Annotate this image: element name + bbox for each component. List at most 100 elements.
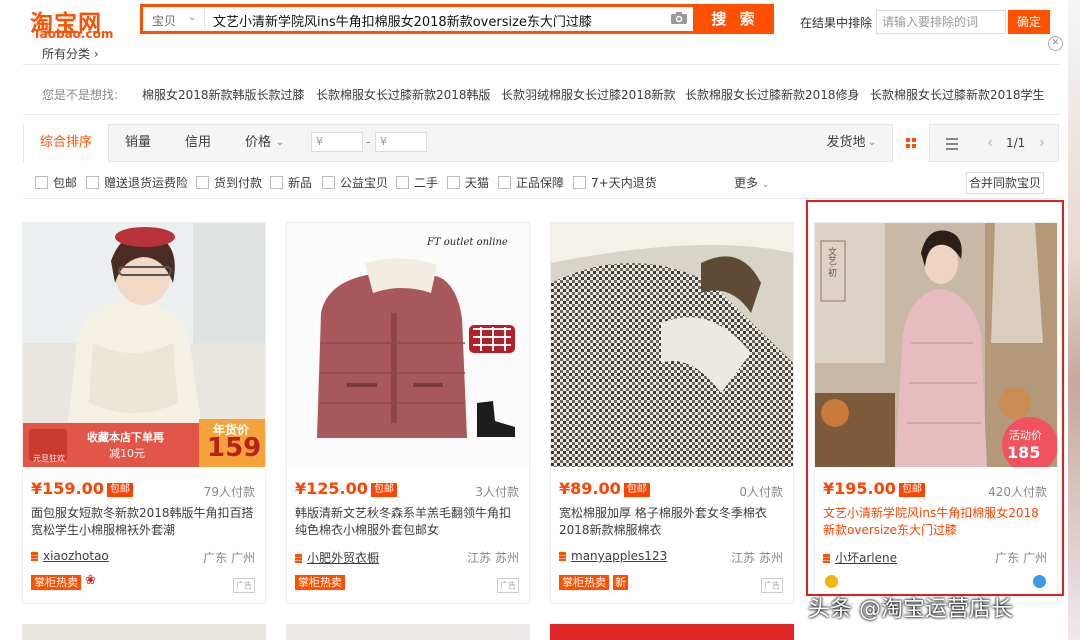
- product-image[interactable]: 收藏本店下单再 减10元 年货价 159 元旦狂欢: [23, 223, 265, 467]
- sales-count: 79人付款: [203, 485, 255, 499]
- watermark: 头条 @淘宝运营店长: [808, 597, 1013, 622]
- product-card[interactable]: FT outlet online ¥125.00 包邮 3人付款 韩版清新文艺秋冬…: [286, 222, 530, 604]
- sort-tab-credit[interactable]: 信用: [172, 124, 224, 162]
- suggestion-link[interactable]: 棉服女2018新款韩版长款过膝: [142, 86, 305, 103]
- product-title[interactable]: 韩版清新文艺秋冬森系羊羔毛翻领牛角扣纯色棉衣小棉服外套包邮女: [295, 505, 521, 539]
- filter-secondhand[interactable]: 二手: [396, 174, 438, 191]
- product-image[interactable]: [551, 223, 793, 467]
- price-value: ¥89.00: [559, 479, 621, 498]
- chevron-down-icon[interactable]: ⌄: [188, 12, 196, 23]
- product-title[interactable]: 宽松棉服加厚 格子棉服外套女冬季棉衣2018新款棉服棉衣: [559, 505, 785, 539]
- suggestion-link[interactable]: 长款棉服女长过膝新款2018修身: [685, 86, 860, 103]
- hot-seller-tag[interactable]: 掌柜热卖: [31, 575, 81, 590]
- hot-seller-tag[interactable]: 掌柜热卖: [295, 575, 345, 590]
- promo-badge-price: 159: [207, 433, 262, 463]
- product-card[interactable]: 收藏本店下单再 减10元 年货价 159 元旦狂欢 ¥159.00 包邮 79人付…: [22, 222, 266, 604]
- divider: [23, 198, 1060, 199]
- checkbox[interactable]: [396, 176, 409, 189]
- exclude-input[interactable]: 请输入要排除的词: [876, 10, 1006, 34]
- sort-tab-price[interactable]: 价格: [240, 124, 276, 162]
- search-button[interactable]: 搜 索: [696, 4, 774, 34]
- chevron-right-icon[interactable]: ›: [1028, 124, 1056, 162]
- shop-link[interactable]: xiaozhotao: [31, 549, 109, 563]
- free-shipping-badge: 包邮: [106, 483, 133, 497]
- camera-icon[interactable]: [670, 11, 688, 25]
- highlight-box: [806, 200, 1064, 596]
- search-scope-select[interactable]: 宝贝: [152, 12, 176, 29]
- filter-freight-insurance[interactable]: 赠送退货运费险: [86, 174, 188, 191]
- filter-new[interactable]: 新品: [270, 174, 312, 191]
- checkbox[interactable]: [86, 176, 99, 189]
- product-card[interactable]: [286, 624, 530, 640]
- sort-tab-sales[interactable]: 销量: [112, 124, 164, 162]
- page-indicator: 1/1: [1006, 136, 1026, 150]
- rose-icon[interactable]: ❀: [85, 573, 96, 588]
- product-price: ¥159.00 包邮: [31, 479, 133, 498]
- product-title[interactable]: 面包服女短款冬新款2018韩版牛角扣百搭宽松学生小棉服棉袄外套潮: [31, 505, 257, 539]
- page-edge: [1068, 0, 1080, 640]
- filter-tmall[interactable]: 天猫: [447, 174, 489, 191]
- price-value: ¥159.00: [31, 479, 104, 498]
- close-icon[interactable]: ✕: [1048, 36, 1063, 51]
- promo-text: 收藏本店下单再: [87, 431, 164, 444]
- filter-cod[interactable]: 货到付款: [196, 174, 262, 191]
- checkbox[interactable]: [573, 176, 586, 189]
- chevron-down-icon[interactable]: ⌄: [272, 124, 288, 162]
- image-caption: FT outlet online: [427, 237, 508, 248]
- shop-link[interactable]: manyapples123: [559, 549, 667, 563]
- checkbox[interactable]: [447, 176, 460, 189]
- product-card[interactable]: [22, 624, 266, 640]
- filter-label: 正品保障: [516, 176, 565, 190]
- filter-genuine[interactable]: 正品保障: [498, 174, 564, 191]
- filter-charity[interactable]: 公益宝贝: [322, 174, 388, 191]
- filter-label: 包邮: [53, 176, 78, 190]
- guangguang-icon[interactable]: 广告: [761, 578, 783, 593]
- ship-from-filter[interactable]: 发货地: [822, 124, 870, 162]
- suggestion-link[interactable]: 长款棉服女长过膝新款2018学生: [870, 86, 1045, 103]
- filter-baoyou[interactable]: 包邮: [35, 174, 77, 191]
- free-shipping-badge: 包邮: [623, 483, 650, 497]
- filter-label: 货到付款: [214, 176, 263, 190]
- product-image[interactable]: FT outlet online: [287, 223, 529, 467]
- product-price: ¥125.00 包邮: [295, 479, 397, 498]
- price-value: ¥125.00: [295, 479, 368, 498]
- sort-tab-default[interactable]: 综合排序: [23, 124, 109, 162]
- search-divider: [204, 9, 205, 29]
- shop-icon: [31, 552, 38, 561]
- price-from-input[interactable]: ¥: [311, 132, 363, 152]
- new-tag[interactable]: 新: [613, 575, 628, 590]
- grid-view-icon[interactable]: [892, 124, 930, 162]
- shop-name: xiaozhotao: [43, 549, 109, 563]
- guangguang-icon[interactable]: 广告: [233, 578, 255, 593]
- product-card[interactable]: ¥89.00 包邮 0人付款 宽松棉服加厚 格子棉服外套女冬季棉衣2018新款棉服…: [550, 222, 794, 604]
- filter-label: 赠送退货运费险: [104, 176, 189, 190]
- suggestion-link[interactable]: 长款羽绒棉服女长过膝2018新款: [501, 86, 676, 103]
- suggestion-link[interactable]: 长款棉服女长过膝新款2018韩版: [316, 86, 491, 103]
- merge-same-items-button[interactable]: 合并同款宝贝: [966, 172, 1044, 194]
- checkbox[interactable]: [270, 176, 283, 189]
- filter-label: 公益宝贝: [340, 176, 389, 190]
- guangguang-icon[interactable]: 广告: [497, 578, 519, 593]
- checkbox[interactable]: [196, 176, 209, 189]
- filter-more[interactable]: 更多 ⌄: [734, 174, 769, 191]
- chevron-left-icon[interactable]: ‹: [976, 124, 1004, 162]
- price-to-input[interactable]: ¥: [375, 132, 427, 152]
- product-card[interactable]: [550, 624, 794, 640]
- location: 江苏 苏州: [731, 551, 783, 565]
- sales-count: 3人付款: [475, 485, 519, 499]
- exclude-confirm-button[interactable]: 确定: [1008, 10, 1050, 34]
- checkbox[interactable]: [322, 176, 335, 189]
- checkbox[interactable]: [498, 176, 511, 189]
- shop-link[interactable]: 小肥外贸衣橱: [295, 549, 379, 566]
- chevron-down-icon: ⌄: [761, 180, 770, 190]
- all-categories-link[interactable]: 所有分类 ›: [42, 45, 99, 62]
- search-input[interactable]: 文艺小清新学院风ins牛角扣棉服女2018新款oversize东大门过膝: [213, 11, 592, 30]
- filter-7day-return[interactable]: 7+天内退货: [573, 174, 657, 191]
- sales-count: 0人付款: [739, 485, 783, 499]
- shop-icon: [559, 552, 566, 561]
- hot-seller-tag[interactable]: 掌柜热卖: [559, 575, 609, 590]
- filter-label: 7+天内退货: [591, 176, 657, 190]
- chevron-down-icon[interactable]: ⌄: [866, 124, 878, 162]
- checkbox[interactable]: [35, 176, 48, 189]
- shop-name: manyapples123: [571, 549, 668, 563]
